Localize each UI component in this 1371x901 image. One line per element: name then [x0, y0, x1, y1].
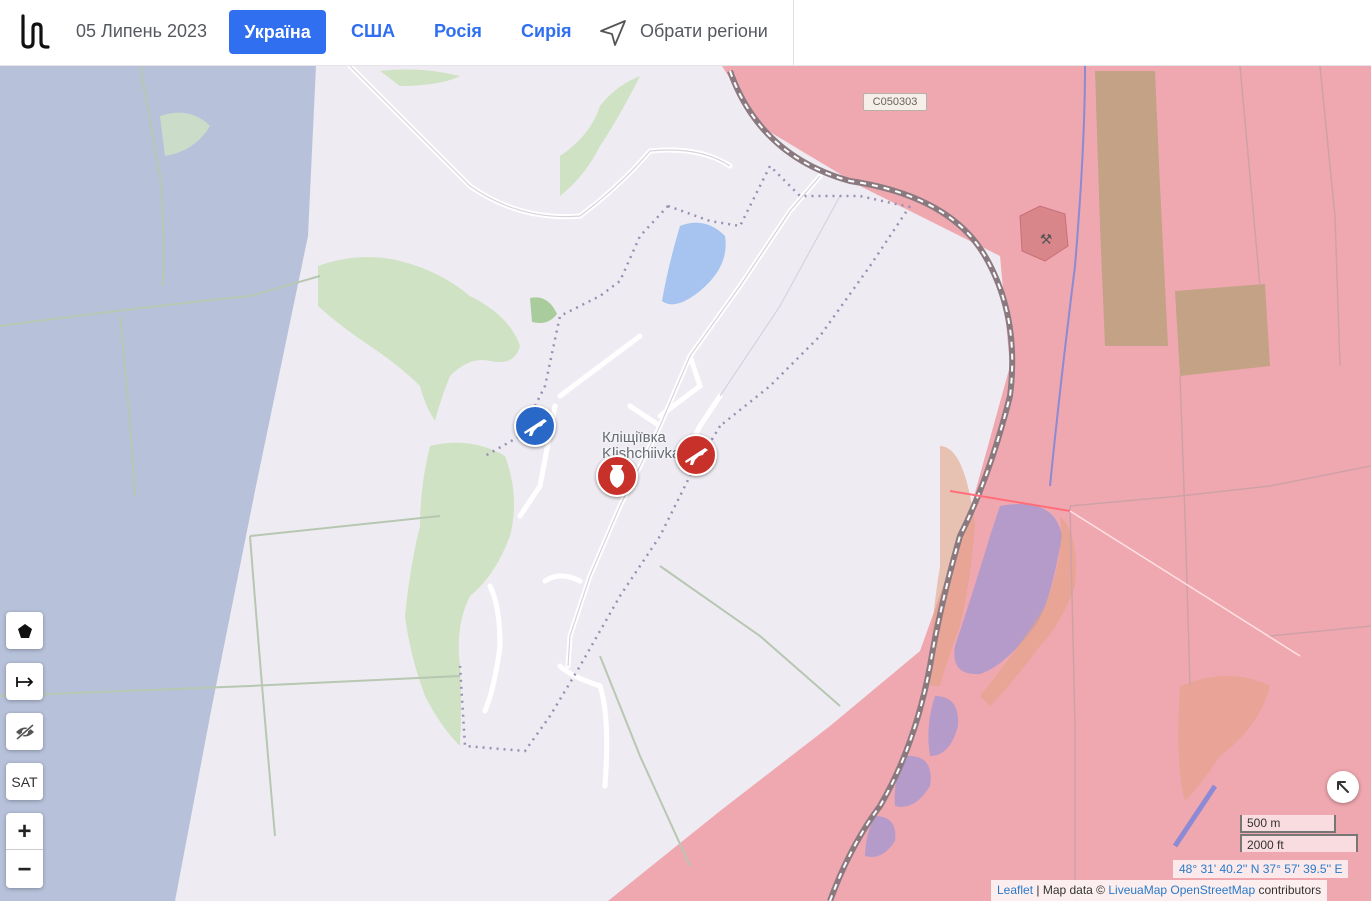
- tab-syria[interactable]: Сирія: [521, 21, 572, 42]
- assault-rifle-icon: [685, 448, 708, 465]
- osm-link[interactable]: OpenStreetMap: [1170, 883, 1255, 897]
- attribution-separator: | Map data ©: [1033, 883, 1109, 897]
- liveuamap-link[interactable]: LiveuaMap: [1108, 883, 1167, 897]
- scale-metric: 500 m: [1240, 815, 1336, 833]
- russia-bomb-marker[interactable]: [596, 455, 638, 497]
- ukraine-controlled-zone: [0, 66, 316, 901]
- svg-text:⚒: ⚒: [1040, 232, 1053, 248]
- assault-rifle-icon: [524, 419, 547, 436]
- bomb-icon: [609, 465, 625, 488]
- liveuamap-logo-icon[interactable]: [18, 14, 52, 50]
- tab-usa[interactable]: США: [351, 21, 395, 42]
- arrow-up-left-icon: [1337, 781, 1349, 793]
- place-label-ukrainian: Кліщіївка: [602, 429, 666, 446]
- leaflet-link[interactable]: Leaflet: [997, 883, 1033, 897]
- select-regions-link[interactable]: Обрати регіони: [640, 21, 768, 42]
- measure-arrow-icon: [15, 676, 33, 687]
- tab-ukraine[interactable]: Україна: [229, 10, 326, 54]
- draw-polygon-button[interactable]: [6, 612, 43, 649]
- map-canvas[interactable]: ⚒ С050303 Кліщіївка Klishchiivka: [0, 66, 1371, 901]
- zoom-out-button[interactable]: −: [6, 851, 43, 888]
- hide-markers-button[interactable]: [6, 713, 43, 750]
- road-label: С050303: [863, 93, 927, 111]
- satellite-toggle-button[interactable]: SAT: [6, 763, 43, 800]
- zoom-control: + −: [6, 813, 43, 888]
- cursor-coordinates: 48° 31' 40.2'' N 37° 57' 39.5'' E: [1173, 860, 1349, 878]
- expand-button[interactable]: [1327, 771, 1359, 803]
- header-nav: 05 Липень 2023 Україна США Росія Сирія О…: [0, 0, 794, 66]
- top-header: 05 Липень 2023 Україна США Росія Сирія О…: [0, 0, 1371, 66]
- map-attribution: Leaflet | Map data © LiveuaMap OpenStree…: [991, 880, 1328, 901]
- scale-imperial: 2000 ft: [1240, 834, 1358, 852]
- current-date[interactable]: 05 Липень 2023: [76, 21, 207, 42]
- navigation-arrow-icon[interactable]: [598, 18, 628, 48]
- attribution-suffix: contributors: [1255, 883, 1322, 897]
- tab-russia[interactable]: Росія: [434, 21, 482, 42]
- ukraine-assault-rifle-marker[interactable]: [514, 405, 556, 447]
- russia-assault-rifle-marker[interactable]: [675, 434, 717, 476]
- map-base-layer: ⚒: [0, 66, 1371, 901]
- measure-distance-button[interactable]: [6, 663, 43, 700]
- zoom-in-button[interactable]: +: [6, 813, 43, 850]
- eye-slash-icon: [15, 723, 34, 740]
- pentagon-icon: [17, 623, 32, 638]
- russia-controlled-zone: [608, 66, 1371, 901]
